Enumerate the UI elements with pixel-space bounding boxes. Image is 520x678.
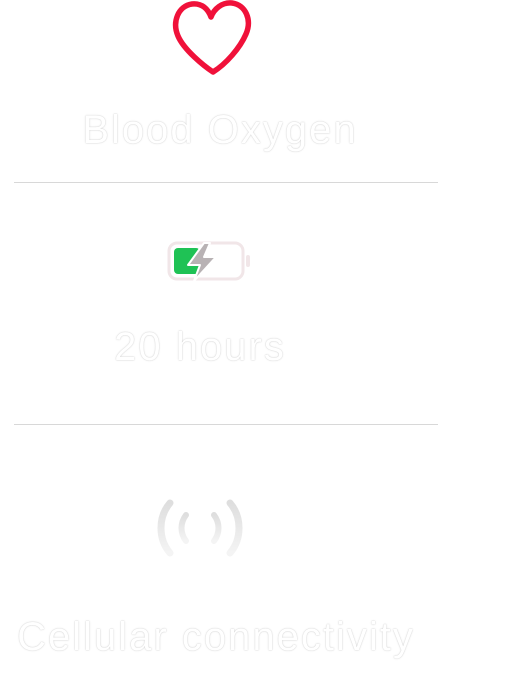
feature-list: Blood Oxygen 20 hours Cellular connectiv…	[0, 0, 520, 678]
feature-cellular: Cellular connectivity	[0, 425, 440, 678]
feature-label-battery-life: 20 hours	[114, 325, 286, 369]
cellular-signal-icon	[150, 493, 250, 568]
feature-battery-life: 20 hours	[0, 183, 440, 423]
feature-label-cellular: Cellular connectivity	[17, 615, 415, 659]
heart-icon	[170, 0, 252, 83]
feature-label-blood-oxygen: Blood Oxygen	[82, 108, 358, 152]
battery-charging-icon	[166, 239, 256, 290]
feature-blood-oxygen: Blood Oxygen	[0, 0, 440, 182]
